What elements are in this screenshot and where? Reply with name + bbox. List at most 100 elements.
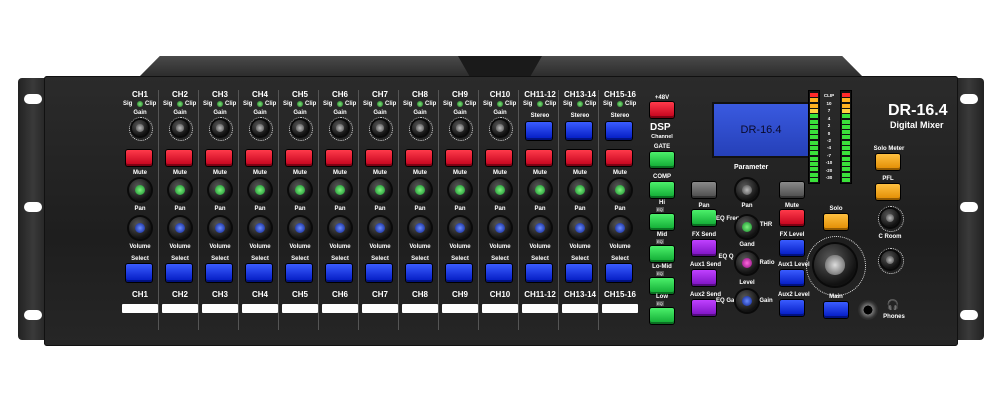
mute-label: Mute [573, 170, 587, 176]
aux1-send-button[interactable] [692, 270, 716, 286]
volume-knob[interactable] [529, 217, 551, 239]
volume-knob[interactable] [609, 217, 631, 239]
pan-param-button[interactable] [692, 210, 716, 226]
volume-knob[interactable] [249, 217, 271, 239]
volume-knob[interactable] [409, 217, 431, 239]
select-button[interactable] [366, 264, 392, 282]
phantom-48v-button[interactable] [650, 102, 674, 118]
comp-button[interactable] [650, 182, 674, 198]
stereo-button[interactable] [526, 122, 552, 140]
phones-level-knob[interactable] [881, 209, 899, 227]
pan-knob[interactable] [409, 179, 431, 201]
gain-knob[interactable] [292, 120, 308, 136]
gain-knob[interactable] [212, 120, 228, 136]
aux1-level-button[interactable] [780, 270, 804, 286]
main-volume-knob[interactable] [814, 244, 856, 286]
pan-knob[interactable] [569, 179, 591, 201]
volume-knob[interactable] [129, 217, 151, 239]
eq-gain-knob[interactable] [736, 290, 758, 312]
solo-button[interactable] [824, 214, 848, 230]
mute-button[interactable] [526, 150, 552, 166]
volume-knob[interactable] [329, 217, 351, 239]
scribble-strip [282, 304, 318, 313]
volume-knob[interactable] [289, 217, 311, 239]
eq-lomid-button[interactable] [650, 278, 674, 294]
select-button[interactable] [406, 264, 432, 282]
pan-knob[interactable] [249, 179, 271, 201]
param-mute-button[interactable] [780, 210, 804, 226]
gain-knob[interactable] [412, 120, 428, 136]
volume-knob[interactable] [169, 217, 191, 239]
pan-knob[interactable] [369, 179, 391, 201]
select-button[interactable] [206, 264, 232, 282]
select-button[interactable] [486, 264, 512, 282]
pfl-button[interactable] [876, 184, 900, 200]
pan-knob[interactable] [489, 179, 511, 201]
mute-button[interactable] [486, 150, 512, 166]
pan-knob[interactable] [449, 179, 471, 201]
volume-label: Volume [449, 244, 471, 250]
eq-hi-button[interactable] [650, 214, 674, 230]
select-button[interactable] [326, 264, 352, 282]
select-label: Select [211, 256, 229, 262]
pan-knob[interactable] [529, 179, 551, 201]
mute-button[interactable] [406, 150, 432, 166]
pan-knob[interactable] [609, 179, 631, 201]
mute-button[interactable] [606, 150, 632, 166]
mute-button[interactable] [206, 150, 232, 166]
mute-button[interactable] [446, 150, 472, 166]
select-button[interactable] [166, 264, 192, 282]
volume-knob[interactable] [489, 217, 511, 239]
mute-button[interactable] [326, 150, 352, 166]
eq-mid-button[interactable] [650, 246, 674, 262]
eq-q-knob[interactable] [736, 252, 758, 274]
fx-level-button[interactable] [780, 240, 804, 256]
pan-knob[interactable] [169, 179, 191, 201]
solo-meter-button[interactable] [876, 154, 900, 170]
select-button[interactable] [246, 264, 272, 282]
volume-knob[interactable] [369, 217, 391, 239]
select-button[interactable] [526, 264, 552, 282]
stereo-button[interactable] [606, 122, 632, 140]
pan-knob[interactable] [329, 179, 351, 201]
fx-send-button[interactable] [692, 240, 716, 256]
param-gray-button-left[interactable] [692, 182, 716, 198]
gain-knob[interactable] [132, 120, 148, 136]
select-button[interactable] [566, 264, 592, 282]
phones-jack[interactable] [858, 300, 878, 320]
mute-button[interactable] [126, 150, 152, 166]
gain-knob[interactable] [372, 120, 388, 136]
gain-knob[interactable] [452, 120, 468, 136]
sig-label: Sig [243, 101, 253, 107]
mute-button[interactable] [286, 150, 312, 166]
pan-knob[interactable] [209, 179, 231, 201]
volume-knob[interactable] [209, 217, 231, 239]
eq-freq-knob[interactable] [736, 216, 758, 238]
pan-knob[interactable] [289, 179, 311, 201]
stereo-button[interactable] [566, 122, 592, 140]
mute-button[interactable] [166, 150, 192, 166]
croom-knob[interactable] [881, 251, 899, 269]
volume-knob[interactable] [449, 217, 471, 239]
parameter-knob-top[interactable] [736, 179, 758, 201]
gain-knob[interactable] [172, 120, 188, 136]
aux2-send-button[interactable] [692, 300, 716, 316]
mount-slot [960, 310, 978, 320]
mute-button[interactable] [366, 150, 392, 166]
select-button[interactable] [286, 264, 312, 282]
param-gray-button-right[interactable] [780, 182, 804, 198]
select-button[interactable] [126, 264, 152, 282]
main-button[interactable] [824, 302, 848, 318]
mute-button[interactable] [246, 150, 272, 166]
select-button[interactable] [606, 264, 632, 282]
pan-knob[interactable] [129, 179, 151, 201]
gain-knob[interactable] [492, 120, 508, 136]
mute-button[interactable] [566, 150, 592, 166]
eq-low-button[interactable] [650, 308, 674, 324]
select-button[interactable] [446, 264, 472, 282]
gain-knob[interactable] [252, 120, 268, 136]
gate-button[interactable] [650, 152, 674, 168]
gain-knob[interactable] [332, 120, 348, 136]
aux2-level-button[interactable] [780, 300, 804, 316]
volume-knob[interactable] [569, 217, 591, 239]
